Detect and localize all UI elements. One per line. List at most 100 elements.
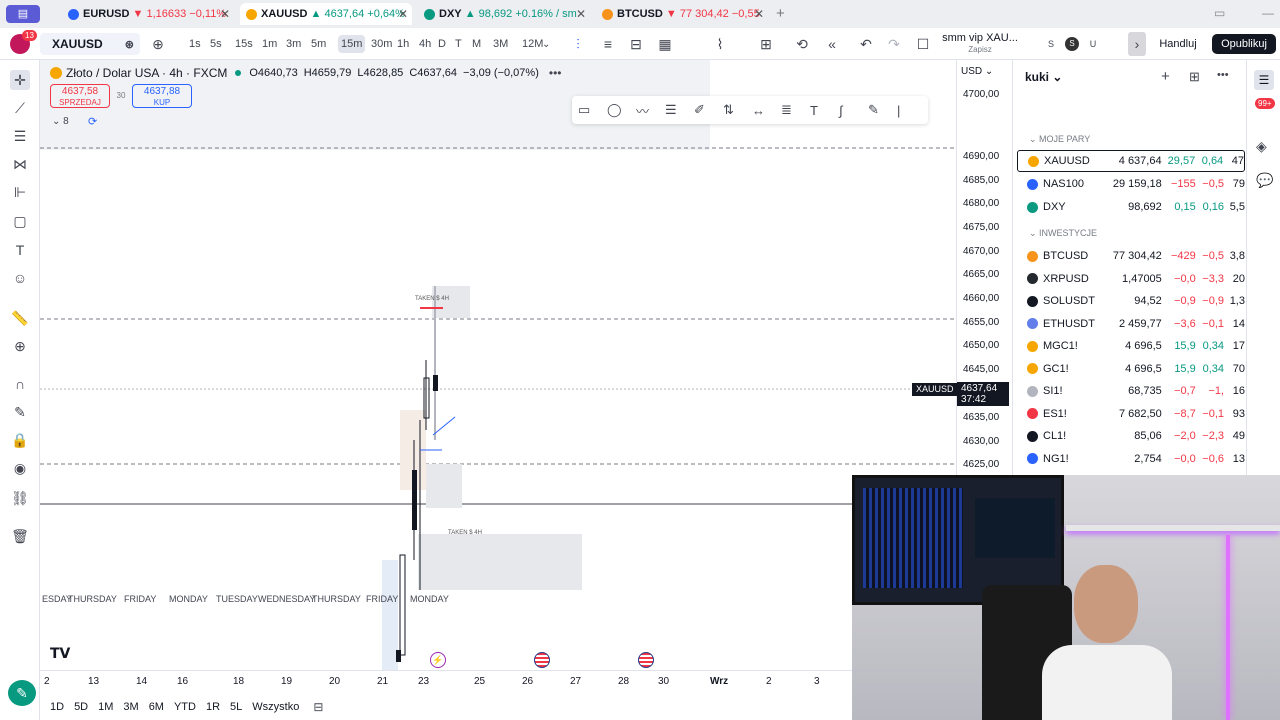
- watchlist-row[interactable]: MGC1! 4 696,5 15,9 0,34 17: [1017, 335, 1245, 357]
- avatar[interactable]: 13: [8, 28, 37, 60]
- grid-icon[interactable]: ⊞: [756, 28, 776, 60]
- redo-icon[interactable]: ↷: [884, 28, 904, 60]
- layout-icon[interactable]: ▦: [655, 28, 675, 60]
- interval-0[interactable]: 1s: [189, 28, 201, 60]
- nav-forward-icon[interactable]: ›: [1128, 32, 1146, 56]
- tab-eurusd[interactable]: EURUSD ▼ 1,16633 −0,11% ✕: [62, 3, 234, 25]
- watchlist-row[interactable]: ETHUSDT 2 459,77 −3,6 −0,1 14: [1017, 313, 1245, 335]
- pencil-lock-icon[interactable]: ✎: [10, 402, 30, 422]
- parallel-channel-icon[interactable]: ≣: [781, 102, 810, 118]
- interval-14[interactable]: 12M: [522, 28, 543, 60]
- text-icon[interactable]: T: [10, 240, 30, 260]
- us-flag-event-icon[interactable]: [638, 652, 654, 668]
- alert-icon[interactable]: ⌇: [710, 28, 730, 60]
- crosshair-icon[interactable]: ✛: [10, 70, 30, 90]
- add-symbol-icon[interactable]: +: [1161, 68, 1170, 85]
- interval-5[interactable]: 5m: [311, 28, 326, 60]
- curve-icon[interactable]: ∫: [839, 103, 868, 118]
- watchlist-row[interactable]: XRPUSD 1,47005 −0,0 −3,3 20: [1017, 268, 1245, 290]
- watchlist-row[interactable]: GC1! 4 696,5 15,9 0,34 70: [1017, 358, 1245, 380]
- brush-icon[interactable]: ✐: [694, 102, 723, 118]
- highlighter-icon[interactable]: ✎: [868, 102, 897, 118]
- tab-btcusd[interactable]: BTCUSD ▼ 77 304,42 −0,55 ✕: [596, 3, 768, 25]
- range-5l[interactable]: 5L: [230, 701, 242, 713]
- tradingview-logo-icon[interactable]: TV: [50, 646, 70, 662]
- emoji-icon[interactable]: ☺: [10, 268, 30, 288]
- minimize-icon[interactable]: —: [1262, 6, 1274, 20]
- rectangle-icon[interactable]: ▭: [578, 102, 607, 118]
- interval-9[interactable]: 4h: [419, 28, 431, 60]
- chart-pane[interactable]: TAKEN $ 4H TAKEN $ 4H ESDAY THURSDAY FRIDA…: [40, 60, 956, 670]
- close-icon[interactable]: ✕: [754, 7, 764, 21]
- eye-icon[interactable]: ◉: [10, 458, 30, 478]
- watchlist-row[interactable]: NG1! 2,754 −0,0 −0,6 13: [1017, 448, 1245, 470]
- shapes-icon[interactable]: ▢: [10, 211, 30, 231]
- publish-button[interactable]: Opublikuj: [1212, 34, 1276, 54]
- text-tool-icon[interactable]: T: [810, 103, 839, 118]
- watchlist-row[interactable]: DXY 98,692 0,15 0,16 5,5: [1017, 196, 1245, 218]
- range-wszystko[interactable]: Wszystko: [252, 701, 299, 713]
- indicators-icon[interactable]: ≡: [598, 28, 618, 60]
- currency-select[interactable]: USD ⌄: [961, 66, 993, 77]
- ellipse-icon[interactable]: ◯: [607, 102, 636, 118]
- interval-6[interactable]: 15m: [338, 35, 366, 53]
- range-1d[interactable]: 1D: [50, 701, 64, 713]
- interval-8[interactable]: 1h: [397, 28, 409, 60]
- range-1r[interactable]: 1R: [206, 701, 220, 713]
- indicators-toggle[interactable]: ⌄ 8: [52, 116, 69, 127]
- range-6m[interactable]: 6M: [149, 701, 164, 713]
- watchlist-icon[interactable]: ☰: [1254, 70, 1274, 90]
- pattern-icon[interactable]: ⋈: [10, 154, 30, 174]
- watchlist-more-icon[interactable]: •••: [1217, 69, 1229, 81]
- range-ytd[interactable]: YTD: [174, 701, 196, 713]
- rewind-icon[interactable]: «: [822, 28, 842, 60]
- intervals-dropdown-icon[interactable]: ⌄: [542, 28, 550, 60]
- fib-icon[interactable]: ☰: [10, 126, 30, 146]
- trade-button[interactable]: Handluj: [1152, 28, 1204, 60]
- us-flag-event-icon[interactable]: [534, 652, 550, 668]
- ruler-icon[interactable]: 📏: [10, 308, 30, 328]
- close-icon[interactable]: ✕: [576, 7, 586, 21]
- section-my-pairs[interactable]: ⌄ MOJE PARY: [1029, 134, 1090, 145]
- advanced-view-icon[interactable]: ⊞: [1189, 69, 1200, 85]
- user-u-icon[interactable]: U: [1086, 28, 1100, 60]
- range-5d[interactable]: 5D: [74, 701, 88, 713]
- undo-icon[interactable]: ↶: [856, 28, 876, 60]
- smm-icon[interactable]: S: [1064, 28, 1080, 60]
- sync-icon[interactable]: ⟳: [88, 115, 97, 128]
- chat-icon[interactable]: 💬: [1256, 172, 1273, 189]
- zoom-icon[interactable]: ⊕: [10, 336, 30, 356]
- legend-title[interactable]: Złoto / Dolar USA · 4h · FXCM: [66, 66, 227, 80]
- interval-12[interactable]: M: [472, 28, 481, 60]
- window-sidebar-icon[interactable]: ▭: [1214, 6, 1225, 20]
- sell-button[interactable]: 4637,58 SPRZEDAJ: [50, 84, 110, 108]
- section-investments[interactable]: ⌄ INWESTYCJE: [1029, 228, 1097, 239]
- lock-icon[interactable]: 🔒: [10, 430, 30, 450]
- horizontal-ray-icon[interactable]: ↔: [752, 103, 781, 118]
- link-icon[interactable]: ⛓: [10, 488, 30, 508]
- range-3m[interactable]: 3M: [123, 701, 138, 713]
- more-icon[interactable]: •••: [549, 66, 562, 80]
- watchlist-row[interactable]: NAS100 29 159,18 −155 −0,5 79: [1017, 173, 1245, 195]
- interval-7[interactable]: 30m: [371, 28, 392, 60]
- watchlist-row[interactable]: XAUUSD 4 637,64 29,57 0,64 47: [1017, 150, 1245, 172]
- notifications-badge[interactable]: 99+: [1255, 98, 1275, 109]
- compare-icon[interactable]: ⊛: [125, 38, 134, 51]
- interval-13[interactable]: 3M: [493, 28, 508, 60]
- sidebar-toggle-icon[interactable]: ▤: [6, 5, 40, 23]
- fib-retracement-icon[interactable]: ☰: [665, 102, 694, 118]
- replay-icon[interactable]: ⟲: [792, 28, 812, 60]
- interval-2[interactable]: 15s: [235, 28, 253, 60]
- watchlist-row[interactable]: SI1! 68,735 −0,7 −1, 16: [1017, 380, 1245, 402]
- path-icon[interactable]: 〰: [636, 101, 665, 120]
- close-icon[interactable]: ✕: [398, 7, 408, 21]
- interval-11[interactable]: T: [455, 28, 462, 60]
- interval-1[interactable]: 5s: [210, 28, 222, 60]
- layout-name[interactable]: smm vip XAU... Zapisz: [938, 28, 1022, 60]
- watchlist-row[interactable]: CL1! 85,06 −2,0 −2,3 49: [1017, 425, 1245, 447]
- layout-checkbox-icon[interactable]: ☐: [914, 28, 932, 60]
- tab-xauusd[interactable]: XAUUSD ▲ 4637,64 +0,64% ✕: [240, 3, 412, 25]
- candles-icon[interactable]: ⫶: [568, 28, 588, 60]
- forecast-icon[interactable]: ⊩: [10, 182, 30, 202]
- layout-s-icon[interactable]: S: [1044, 28, 1058, 60]
